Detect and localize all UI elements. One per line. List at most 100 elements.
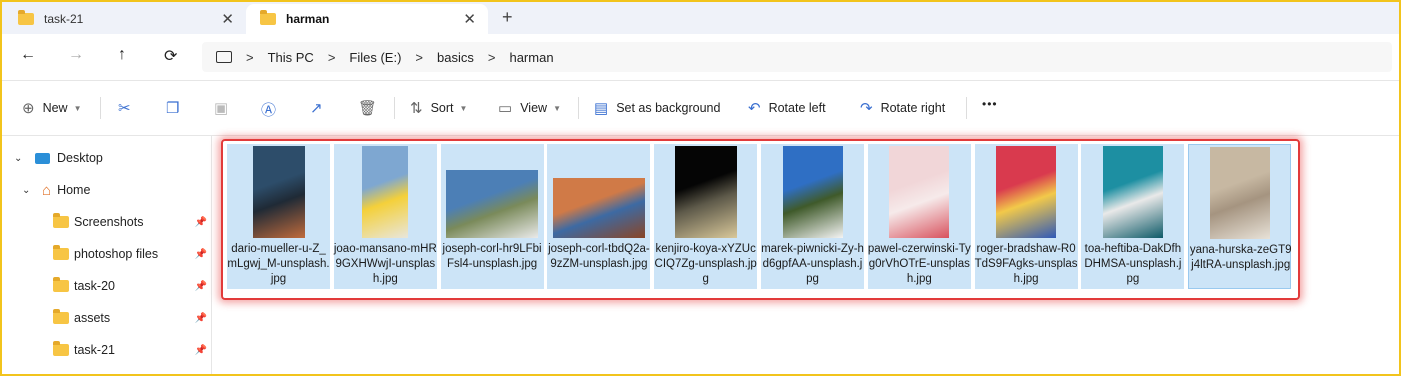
sidebar-item-screenshots[interactable]: Screenshots 📌 xyxy=(2,211,211,233)
sidebar-item-label: task-21 xyxy=(74,343,115,357)
copy-icon: ❐ xyxy=(166,100,180,117)
divider xyxy=(394,97,395,119)
tab-task-21[interactable]: task-21 ✕ xyxy=(4,4,246,34)
computer-icon xyxy=(216,51,232,63)
breadcrumb-basics[interactable]: basics xyxy=(437,50,474,65)
rotate-right-icon: ↷ xyxy=(860,100,873,117)
file-item[interactable]: toa-heftiba-DakDfhDHMSA-unsplash.jpg xyxy=(1081,144,1185,289)
navigation-pane: ⌄ Desktop ⌄ ⌂ Home Screenshots 📌 photosh… xyxy=(2,136,212,374)
file-thumbnail xyxy=(889,146,950,238)
breadcrumb-files-e[interactable]: Files (E:) xyxy=(349,50,401,65)
breadcrumb-harman[interactable]: harman xyxy=(509,50,553,65)
file-item[interactable]: yana-hurska-zeGT9j4ltRA-unsplash.jpg xyxy=(1188,144,1292,289)
chevron-right-icon[interactable]: > xyxy=(246,50,254,65)
navigation-bar: ← → ↑ ⟳ > This PC > Files (E:) > basics … xyxy=(2,34,1399,81)
chevron-down-icon: ▼ xyxy=(73,103,82,113)
view-icon: ▭ xyxy=(498,100,513,117)
home-icon: ⌂ xyxy=(42,181,52,199)
new-label: New xyxy=(42,101,68,115)
sort-button[interactable]: ⇅ Sort ▼ xyxy=(410,99,467,117)
rename-button[interactable]: Ⓐ xyxy=(261,99,284,120)
share-icon: ↗ xyxy=(310,100,323,117)
file-view: dario-mueller-u-Z_mLgwj_M-unsplash.jpg jo… xyxy=(212,136,1399,374)
chevron-down-icon[interactable]: ⌄ xyxy=(14,153,22,164)
view-button[interactable]: ▭ View ▼ xyxy=(498,99,561,117)
file-item[interactable]: roger-bradshaw-R0TdS9FAgks-unsplash.jpg xyxy=(974,144,1078,289)
paste-button[interactable]: ▣ xyxy=(214,99,236,117)
rotate-left-button[interactable]: ↶ Rotate left xyxy=(748,99,826,117)
file-name: dario-mueller-u-Z_mLgwj_M-unsplash.jpg xyxy=(227,243,330,285)
divider xyxy=(100,97,101,119)
sidebar-item-label: Desktop xyxy=(57,151,103,165)
back-button[interactable]: ← xyxy=(20,46,36,64)
wallpaper-icon: ▤ xyxy=(594,100,609,117)
cut-button[interactable]: ✂ xyxy=(118,99,139,117)
sidebar-item-label: photoshop files xyxy=(74,247,159,261)
file-item[interactable]: joao-mansano-mHR9GXHWwjI-unsplash.jpg xyxy=(333,144,437,289)
file-item[interactable]: pawel-czerwinski-Tyg0rVhOTrE-unsplash.jp… xyxy=(867,144,971,289)
folder-icon xyxy=(53,309,69,324)
sidebar-item-assets[interactable]: assets 📌 xyxy=(2,307,211,329)
chevron-down-icon[interactable]: ⌄ xyxy=(22,185,30,196)
file-item[interactable]: dario-mueller-u-Z_mLgwj_M-unsplash.jpg xyxy=(227,144,330,289)
address-bar[interactable]: > This PC > Files (E:) > basics > harman xyxy=(202,42,1392,72)
chevron-down-icon: ▼ xyxy=(459,103,468,113)
copy-button[interactable]: ❐ xyxy=(166,99,187,117)
file-thumbnail xyxy=(674,146,737,238)
rotate-right-button[interactable]: ↷ Rotate right xyxy=(860,99,945,117)
sidebar-item-label: Home xyxy=(57,183,91,197)
trash-icon: 🗑 xyxy=(358,100,378,117)
sidebar-item-label: Screenshots xyxy=(74,215,144,229)
close-icon[interactable]: ✕ xyxy=(221,10,234,28)
sidebar-item-desktop[interactable]: ⌄ Desktop xyxy=(2,147,211,169)
chevron-down-icon: ▼ xyxy=(553,103,561,113)
rotate-right-label: Rotate right xyxy=(880,101,946,115)
plus-circle-icon: ⊕ xyxy=(22,100,35,117)
new-button[interactable]: ⊕ New ▼ xyxy=(22,99,82,117)
pin-icon[interactable]: 📌 xyxy=(195,345,207,356)
chevron-right-icon[interactable]: > xyxy=(415,50,423,65)
more-button[interactable]: ••• xyxy=(982,97,998,111)
tab-label: harman xyxy=(286,12,330,26)
file-item[interactable]: kenjiro-koya-xYZUcCIQ7Zg-unsplash.jpg xyxy=(654,144,758,289)
file-thumbnail xyxy=(1209,147,1270,239)
desktop-icon xyxy=(35,152,50,164)
file-name: marek-piwnicki-Zy-hd6gpfAA-unsplash.jpg xyxy=(761,243,864,285)
sidebar-item-home[interactable]: ⌄ ⌂ Home xyxy=(2,179,211,201)
pin-icon[interactable]: 📌 xyxy=(195,249,207,260)
file-thumbnail xyxy=(362,146,409,238)
file-thumbnail xyxy=(252,146,305,238)
sidebar-item-task-20[interactable]: task-20 📌 xyxy=(2,275,211,297)
tab-harman[interactable]: harman ✕ xyxy=(246,4,488,34)
sidebar-item-photoshop-files[interactable]: photoshop files 📌 xyxy=(2,243,211,265)
new-tab-button[interactable]: + xyxy=(502,7,513,28)
chevron-right-icon[interactable]: > xyxy=(488,50,496,65)
share-button[interactable]: ↗ xyxy=(310,99,331,117)
file-thumbnail xyxy=(782,146,843,238)
file-name: pawel-czerwinski-Tyg0rVhOTrE-unsplash.jp… xyxy=(867,243,971,285)
folder-icon xyxy=(53,341,69,356)
pin-icon[interactable]: 📌 xyxy=(195,217,207,228)
forward-button[interactable]: → xyxy=(68,46,84,64)
file-name: roger-bradshaw-R0TdS9FAgks-unsplash.jpg xyxy=(974,243,1078,285)
file-thumbnail xyxy=(1102,146,1163,238)
file-item[interactable]: joseph-corl-hr9LFbiFsl4-unsplash.jpg xyxy=(440,144,544,289)
sidebar-item-task-21[interactable]: task-21 📌 xyxy=(2,339,211,361)
pin-icon[interactable]: 📌 xyxy=(195,281,207,292)
refresh-button[interactable]: ⟳ xyxy=(164,46,177,66)
file-name: toa-heftiba-DakDfhDHMSA-unsplash.jpg xyxy=(1084,243,1182,285)
up-button[interactable]: ↑ xyxy=(118,46,126,64)
chevron-right-icon[interactable]: > xyxy=(328,50,336,65)
file-item[interactable]: joseph-corl-tbdQ2a-9zZM-unsplash.jpg xyxy=(547,144,651,289)
close-icon[interactable]: ✕ xyxy=(463,10,476,28)
sort-icon: ⇅ xyxy=(410,100,423,117)
sort-label: Sort xyxy=(430,101,454,115)
set-as-background-button[interactable]: ▤ Set as background xyxy=(594,99,720,117)
file-item[interactable]: marek-piwnicki-Zy-hd6gpfAA-unsplash.jpg xyxy=(761,144,864,289)
breadcrumb-this-pc[interactable]: This PC xyxy=(268,50,314,65)
rotate-left-label: Rotate left xyxy=(768,101,826,115)
folder-icon xyxy=(260,10,276,25)
delete-button[interactable]: 🗑 xyxy=(358,99,385,117)
folder-icon xyxy=(18,10,34,25)
pin-icon[interactable]: 📌 xyxy=(195,313,207,324)
